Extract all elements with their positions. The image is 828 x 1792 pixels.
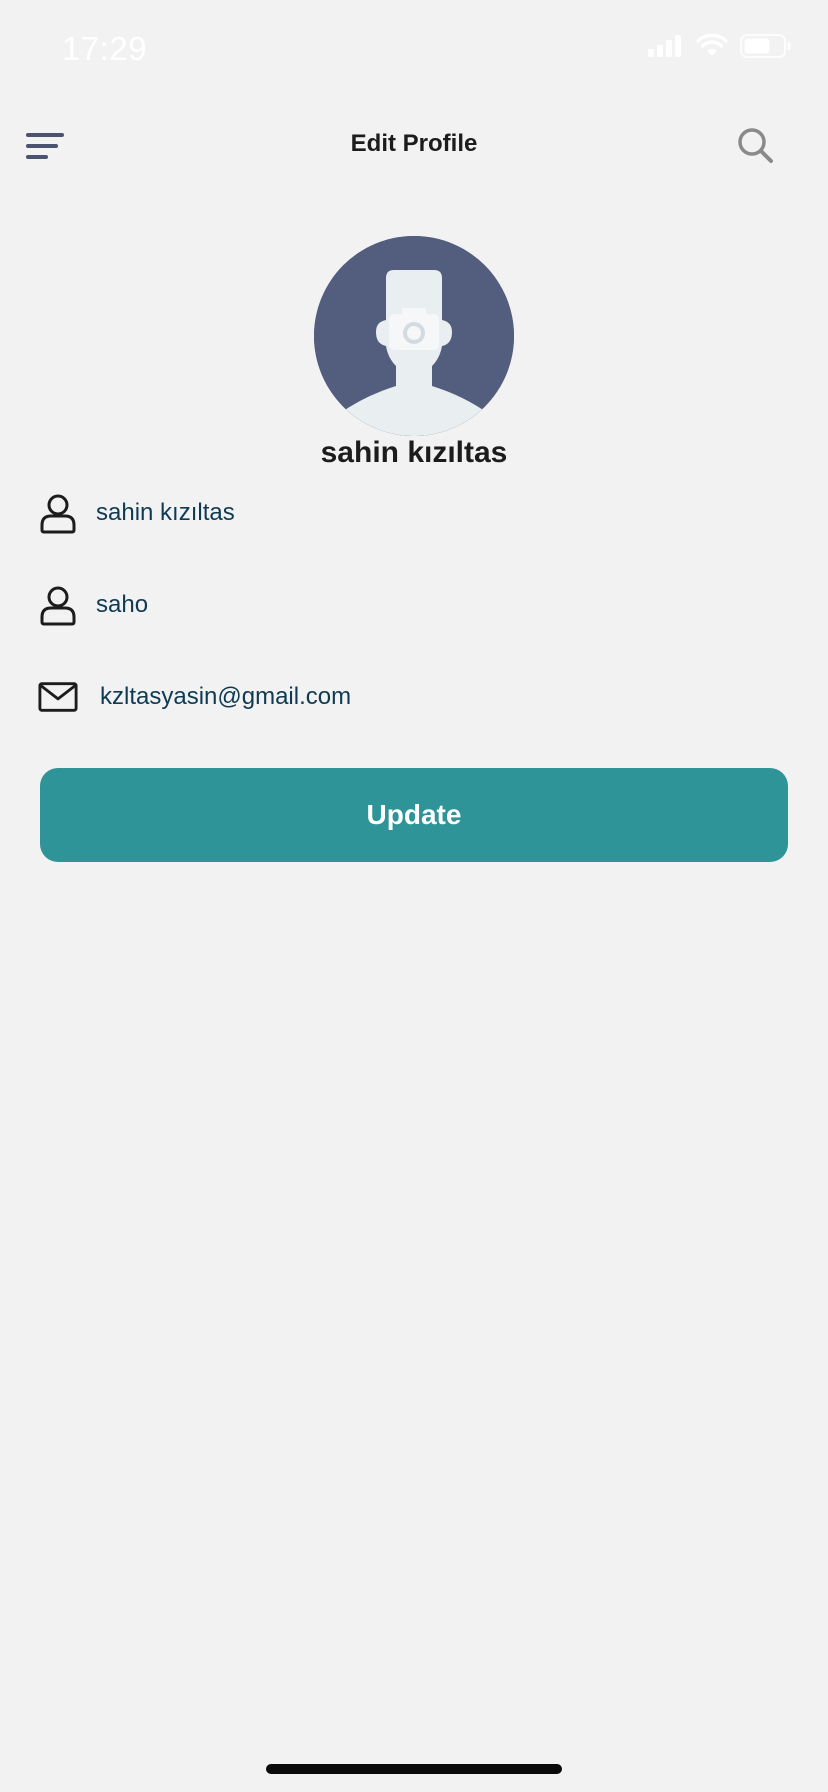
battery-icon (740, 34, 791, 58)
user-icon (38, 584, 78, 626)
status-icons (648, 34, 792, 58)
email-value: kzltasyasin@gmail.com (100, 683, 352, 710)
avatar[interactable] (314, 236, 514, 436)
username-field[interactable]: saho (38, 580, 790, 630)
status-bar: 17:29 (0, 0, 828, 100)
edit-profile-screen: 17:29 Edit Profile sahin kızıltas sahin … (0, 0, 828, 1792)
nav-bar: Edit Profile (0, 110, 828, 180)
email-field[interactable]: kzltasyasin@gmail.com (38, 672, 790, 722)
wifi-icon (696, 34, 728, 56)
page-title: Edit Profile (350, 130, 478, 157)
username-value: saho (96, 591, 149, 618)
search-button[interactable] (734, 124, 778, 168)
mail-icon (38, 676, 78, 718)
full-name-value: sahin kızıltas (96, 499, 235, 526)
home-indicator[interactable] (266, 1764, 562, 1774)
status-time: 17:29 (62, 30, 148, 67)
profile-display-name: sahin kızıltas (320, 436, 508, 469)
update-button[interactable]: Update (40, 768, 788, 862)
camera-icon (389, 308, 439, 350)
full-name-field[interactable]: sahin kızıltas (38, 488, 790, 538)
search-icon (738, 128, 773, 163)
user-icon (38, 492, 78, 534)
cellular-signal-icon (648, 35, 681, 57)
